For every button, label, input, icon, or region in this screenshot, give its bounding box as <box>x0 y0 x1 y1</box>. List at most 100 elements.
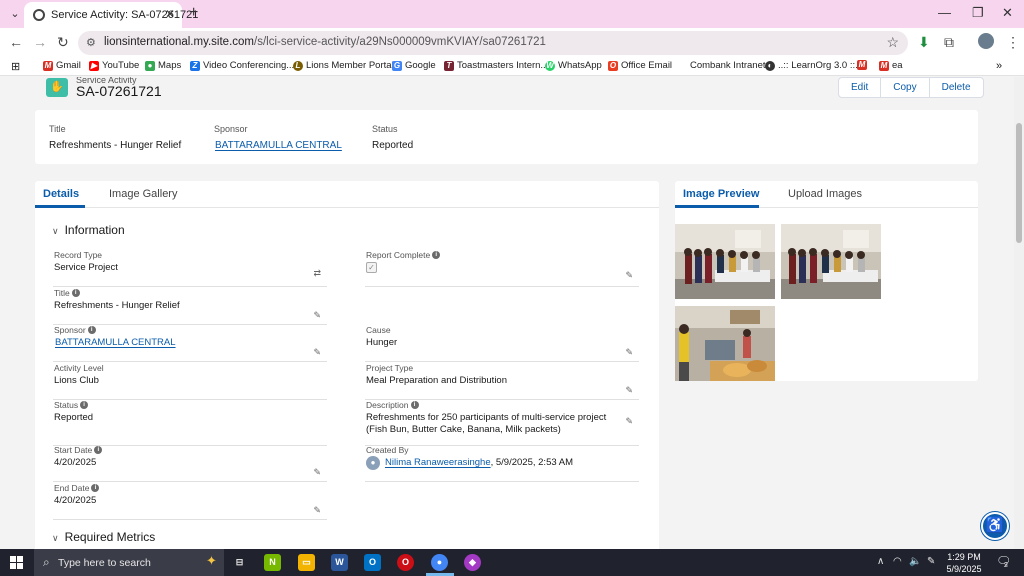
learnorg-icon: ◐ <box>765 60 775 71</box>
youtube-icon: ▶ <box>89 60 99 71</box>
delete-button[interactable]: Delete <box>930 78 983 97</box>
whatsapp-icon: W <box>545 60 555 71</box>
bookmark-label: Office Email <box>621 60 673 71</box>
info-icon[interactable]: i <box>91 484 100 492</box>
nvidia-icon[interactable]: N <box>264 554 281 571</box>
outlook-icon[interactable]: O <box>364 554 381 571</box>
download-icon[interactable]: ⬇ <box>918 34 930 51</box>
edit-button[interactable]: Edit <box>839 78 882 97</box>
bookmark-youtube[interactable]: ▶ YouTube <box>89 60 139 71</box>
minimize-icon[interactable]: — <box>938 5 951 20</box>
word-icon[interactable]: W <box>331 554 348 571</box>
gallery-image-1[interactable] <box>675 224 775 299</box>
bookmark-gmail[interactable]: M Gmail <box>43 60 81 71</box>
forward-arrow-icon[interactable]: → <box>33 34 47 50</box>
tray-overflow-icon[interactable]: ∧ <box>877 556 884 567</box>
paint-drop-icon[interactable]: ◆ <box>464 554 481 571</box>
bookmark-toastmasters[interactable]: T Toastmasters Intern... <box>444 60 548 71</box>
copy-button[interactable]: Copy <box>881 78 930 97</box>
window-close-icon[interactable]: ✕ <box>1002 5 1013 21</box>
edit-pencil-icon[interactable]: ✎ <box>625 416 633 427</box>
scrollbar-thumb[interactable] <box>1016 123 1022 243</box>
bookmark-combank-intranet[interactable]: Combank Intranet <box>690 60 766 71</box>
sponsor-link[interactable]: BATTARAMULLA CENTRAL <box>215 140 342 151</box>
field-value: Refreshments - Hunger Relief <box>54 300 180 311</box>
page-scrollbar[interactable] <box>1014 77 1024 549</box>
field-label-row: Report Complete i <box>366 250 441 260</box>
edit-pencil-icon[interactable]: ✎ <box>313 505 321 516</box>
info-icon[interactable]: i <box>71 289 80 297</box>
edit-pencil-icon[interactable]: ✎ <box>625 347 633 358</box>
extensions-icon[interactable]: ⧉ <box>944 34 954 51</box>
taskbar-clock[interactable]: 1:29 PM 5/9/2025 <box>942 551 986 575</box>
edit-pencil-icon[interactable]: ✎ <box>313 467 321 478</box>
sponsor-field-link[interactable]: BATTARAMULLA CENTRAL <box>55 337 310 349</box>
bookmark-office-email[interactable]: O Office Email <box>608 60 672 71</box>
field-label: Start Date <box>54 445 93 455</box>
tab-image-preview[interactable]: Image Preview <box>683 188 759 200</box>
field-sponsor: Sponsor i BATTARAMULLA CENTRAL ✎ <box>53 325 327 362</box>
site-info-icon[interactable]: ⚙ <box>86 36 100 50</box>
section-title: Information <box>64 223 125 237</box>
volume-icon[interactable]: 🔈 <box>909 556 921 567</box>
opera-icon[interactable]: O <box>397 554 414 571</box>
field-record-type: Record Type Service Project ⇄ <box>53 250 327 287</box>
info-icon[interactable]: i <box>432 251 441 259</box>
tab-details[interactable]: Details <box>43 188 79 200</box>
info-icon[interactable]: i <box>410 401 419 409</box>
file-explorer-icon[interactable]: ▭ <box>298 554 315 571</box>
url-host: lionsinternational.my.site.com <box>104 36 254 48</box>
info-icon[interactable]: i <box>94 446 103 454</box>
accessibility-icon[interactable]: ♿ <box>981 512 1009 540</box>
edit-pencil-icon[interactable]: ✎ <box>625 270 633 281</box>
field-title: Title i Refreshments - Hunger Relief ✎ <box>53 288 327 325</box>
video-icon: Z <box>190 60 200 71</box>
gallery-image-2[interactable] <box>781 224 881 299</box>
wifi-icon[interactable]: ◠ <box>893 556 902 567</box>
gallery-image-3[interactable] <box>675 306 775 381</box>
bookmark-maps[interactable]: ● Maps <box>145 60 181 71</box>
report-complete-checkbox[interactable]: ✓ <box>366 262 377 273</box>
tab-image-gallery[interactable]: Image Gallery <box>109 188 177 200</box>
restore-icon[interactable]: ❐ <box>972 5 984 21</box>
tab-search-chevron-icon[interactable]: ⌄ <box>6 5 24 23</box>
new-tab-plus-icon[interactable]: + <box>189 4 198 22</box>
windows-start-icon[interactable] <box>10 556 23 569</box>
created-by-user-link[interactable]: Nilima Ranaweerasinghe <box>385 457 491 468</box>
back-arrow-icon[interactable]: ← <box>9 34 23 50</box>
more-menu-icon[interactable]: ⋮ <box>1006 34 1020 51</box>
bookmark-gmail-2[interactable]: M <box>857 60 867 70</box>
bookmark-lions-portal[interactable]: L Lions Member Portal <box>293 60 394 71</box>
info-icon[interactable]: i <box>80 401 89 409</box>
chrome-icon[interactable]: ● <box>431 554 448 571</box>
field-report-complete: Report Complete i ✓ ✎ <box>365 250 639 287</box>
bookmark-ea[interactable]: Mea <box>879 60 903 71</box>
close-tab-icon[interactable]: ✕ <box>165 7 175 21</box>
tab-upload-images[interactable]: Upload Images <box>788 188 862 200</box>
bookmark-google[interactable]: G Google <box>392 60 436 71</box>
bookmark-whatsapp[interactable]: W WhatsApp <box>545 60 602 71</box>
pen-icon[interactable]: ✎ <box>927 556 935 567</box>
info-icon[interactable]: i <box>87 326 96 334</box>
bookmarks-bar: ⊞ M Gmail ▶ YouTube ● Maps Z Video Conferenc… <box>0 58 1024 76</box>
bookmark-video-conferencing[interactable]: Z Video Conferencing... <box>190 60 294 71</box>
profile-avatar[interactable] <box>978 33 994 49</box>
section-information[interactable]: ∨ Information <box>52 223 125 237</box>
field-value: Reported <box>54 412 94 423</box>
reload-icon[interactable]: ↻ <box>57 34 69 51</box>
task-view-icon[interactable]: ⊟ <box>231 554 248 571</box>
bookmark-learnorg[interactable]: ◐..:: LearnOrg 3.0 ::... <box>765 60 863 71</box>
edit-pencil-icon[interactable]: ✎ <box>625 385 633 396</box>
maps-icon: ● <box>145 60 155 71</box>
taskbar-search-box[interactable]: ⌕ Type here to search ✦ <box>34 549 224 576</box>
edit-pencil-icon[interactable]: ✎ <box>313 347 321 358</box>
bookmark-label: Maps <box>158 60 182 71</box>
change-record-type-icon[interactable]: ⇄ <box>313 268 321 279</box>
apps-grid-icon[interactable]: ⊞ <box>11 60 20 73</box>
more-bookmarks-icon[interactable]: » <box>996 60 1002 72</box>
bookmark-star-icon[interactable]: ☆ <box>886 34 899 51</box>
browser-tab-active[interactable]: Service Activity: SA-07261721 ✕ <box>24 2 198 28</box>
address-bar[interactable]: ⚙ lionsinternational.my.site.com/s/lci-s… <box>78 31 908 55</box>
section-required-metrics[interactable]: ∨ Required Metrics <box>52 530 155 544</box>
edit-pencil-icon[interactable]: ✎ <box>313 310 321 321</box>
